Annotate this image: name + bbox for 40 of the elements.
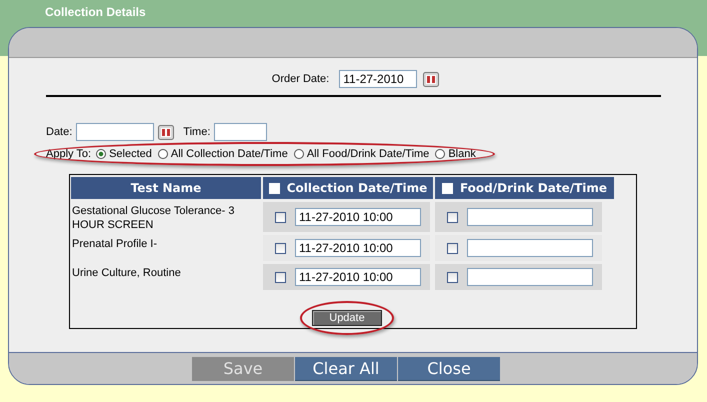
input-field[interactable]: 11-27-2010 10:00 bbox=[295, 268, 421, 286]
field-label: Apply To: bbox=[46, 148, 92, 160]
radio-button[interactable] bbox=[96, 149, 106, 159]
table-cell-text: Urine Culture, Routine bbox=[71, 266, 182, 281]
checkbox[interactable] bbox=[447, 242, 458, 254]
footer-button[interactable]: Clear All bbox=[295, 357, 397, 381]
checkbox[interactable] bbox=[275, 242, 286, 254]
input-field[interactable] bbox=[467, 268, 593, 286]
page-title: Collection Details bbox=[45, 5, 146, 19]
input-field[interactable] bbox=[467, 208, 593, 226]
checkbox[interactable] bbox=[275, 212, 286, 222]
calendar-icon[interactable] bbox=[158, 124, 174, 140]
radio-button[interactable] bbox=[294, 149, 304, 159]
field-label: Time: bbox=[183, 126, 210, 138]
input-field[interactable]: 11-27-2010 10:00 bbox=[295, 208, 421, 226]
input-field[interactable] bbox=[76, 123, 154, 141]
header-label: Test Name bbox=[130, 181, 202, 195]
table-cell-text: Prenatal Profile I- bbox=[71, 237, 158, 252]
radio-label[interactable]: Blank bbox=[448, 148, 476, 160]
radio-label[interactable]: All Collection Date/Time bbox=[170, 148, 288, 160]
table-cell-text: Gestational Glucose Tolerance- 3 HOUR SCREEN bbox=[71, 204, 236, 232]
field-label: Order Date: bbox=[272, 73, 330, 85]
calendar-icon[interactable] bbox=[423, 72, 440, 86]
input-field[interactable]: 11-27-2010 10:00 bbox=[295, 239, 421, 257]
update-button[interactable]: Update bbox=[312, 310, 382, 326]
header-label: Food/Drink Date/Time bbox=[460, 181, 608, 195]
checkbox[interactable] bbox=[447, 272, 458, 282]
radio-button[interactable] bbox=[158, 149, 168, 159]
radio-label[interactable]: All Food/Drink Date/Time bbox=[306, 148, 430, 160]
field-label: Date: bbox=[46, 126, 72, 138]
header-label: Collection Date/Time bbox=[286, 181, 428, 195]
radio-button[interactable] bbox=[435, 149, 446, 159]
checkbox[interactable] bbox=[275, 272, 286, 282]
checkbox[interactable] bbox=[447, 212, 458, 222]
radio-label[interactable]: Selected bbox=[109, 148, 152, 160]
input-field[interactable] bbox=[214, 123, 268, 141]
input-field[interactable]: 11-27-2010 bbox=[339, 70, 418, 88]
input-field[interactable] bbox=[467, 239, 593, 257]
footer-button: Save bbox=[192, 357, 294, 381]
footer-button[interactable]: Close bbox=[398, 357, 500, 381]
